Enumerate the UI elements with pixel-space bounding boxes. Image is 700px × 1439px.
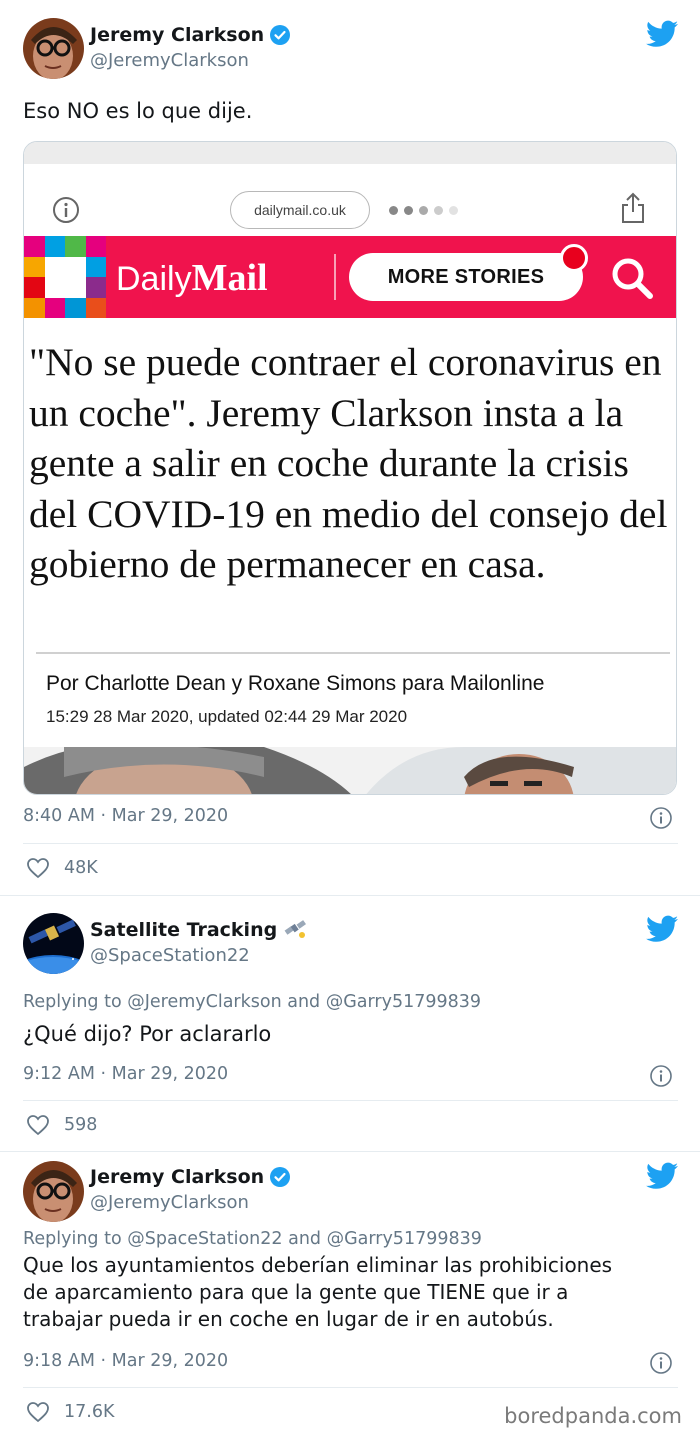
- replying-to[interactable]: Replying to @SpaceStation22 and @Garry51…: [23, 1229, 482, 1249]
- author-name[interactable]: Jeremy Clarkson: [90, 1166, 264, 1188]
- tweet-timestamp[interactable]: 9:12 AM · Mar 29, 2020: [23, 1064, 228, 1084]
- more-stories-button[interactable]: MORE STORIES: [349, 253, 583, 301]
- replying-to[interactable]: Replying to @JeremyClarkson and @Garry51…: [23, 992, 481, 1012]
- like-row[interactable]: 598: [26, 1114, 97, 1136]
- info-icon[interactable]: [52, 196, 80, 224]
- page-dots: [389, 206, 458, 215]
- author-line: Jeremy Clarkson: [90, 24, 291, 46]
- heart-icon[interactable]: [26, 1114, 50, 1136]
- like-count: 48K: [64, 858, 98, 878]
- phone-status-strip: [24, 142, 676, 164]
- article-headline[interactable]: "No se puede contraer el coronavirus en …: [29, 337, 674, 590]
- avatar[interactable]: [23, 913, 84, 974]
- share-icon[interactable]: [620, 192, 646, 224]
- info-icon[interactable]: [650, 807, 672, 829]
- tweet-text: Eso NO es lo que dije.: [23, 99, 253, 123]
- divider: [23, 1100, 678, 1101]
- twitter-bird-icon[interactable]: [646, 1162, 678, 1190]
- heart-icon[interactable]: [26, 1401, 50, 1423]
- heart-icon[interactable]: [26, 857, 50, 879]
- article-byline: Por Charlotte Dean y Roxane Simons para …: [46, 672, 545, 695]
- twitter-bird-icon[interactable]: [646, 915, 678, 943]
- author-handle[interactable]: @JeremyClarkson: [90, 50, 249, 71]
- info-icon[interactable]: [650, 1352, 672, 1374]
- tweet-text: ¿Qué dijo? Por aclararlo: [23, 1022, 272, 1046]
- search-icon[interactable]: [610, 256, 654, 300]
- info-icon[interactable]: [650, 1065, 672, 1087]
- browser-bar: dailymail.co.uk: [24, 164, 676, 236]
- satellite-emoji-icon: [284, 920, 307, 938]
- tweet-jeremy-clarkson-2: Jeremy Clarkson @JeremyClarkson Replying…: [0, 1151, 700, 1439]
- daily-mail-mosaic-logo: [24, 236, 106, 318]
- byline-divider: [36, 652, 670, 654]
- author-name[interactable]: Satellite Tracking: [90, 919, 277, 941]
- author-handle[interactable]: @SpaceStation22: [90, 945, 250, 966]
- tweet-timestamp[interactable]: 9:18 AM · Mar 29, 2020: [23, 1351, 228, 1371]
- divider: [23, 843, 678, 844]
- author-line: Jeremy Clarkson: [90, 1166, 291, 1188]
- notification-dot: [560, 244, 588, 272]
- twitter-bird-icon[interactable]: [646, 20, 678, 48]
- tweet-text: Que los ayuntamientos deberían eliminar …: [23, 1252, 612, 1333]
- tweet-jeremy-clarkson-1: Jeremy Clarkson @JeremyClarkson Eso NO e…: [0, 0, 700, 895]
- like-count: 598: [64, 1115, 98, 1135]
- tweet-text-line: Que los ayuntamientos deberían eliminar …: [23, 1253, 613, 1277]
- embedded-article-screenshot[interactable]: dailymail.co.uk DailyMail MORE STORIES "…: [23, 141, 677, 795]
- avatar[interactable]: [23, 18, 84, 79]
- author-handle[interactable]: @JeremyClarkson: [90, 1192, 249, 1213]
- tweet-text-line: de aparcamiento para que la gente que TI…: [23, 1280, 569, 1304]
- watermark: boredpanda.com: [504, 1404, 682, 1428]
- author-line: Satellite Tracking: [90, 919, 309, 941]
- author-name[interactable]: Jeremy Clarkson: [90, 24, 264, 46]
- avatar[interactable]: [23, 1161, 84, 1222]
- like-count: 17.6K: [64, 1402, 115, 1422]
- divider: [23, 1387, 678, 1388]
- article-photo: [24, 747, 676, 794]
- daily-mail-header: DailyMail MORE STORIES: [24, 236, 676, 318]
- like-row[interactable]: 17.6K: [26, 1401, 114, 1423]
- verified-badge-icon: [270, 25, 291, 45]
- tweet-timestamp[interactable]: 8:40 AM · Mar 29, 2020: [23, 806, 228, 826]
- tweet-text-line: trabajar pueda ir en coche en lugar de i…: [23, 1307, 554, 1331]
- daily-mail-wordmark[interactable]: DailyMail: [116, 256, 268, 300]
- like-row[interactable]: 48K: [26, 857, 98, 879]
- header-divider: [334, 254, 336, 300]
- url-bar[interactable]: dailymail.co.uk: [230, 191, 370, 229]
- verified-badge-icon: [270, 1167, 291, 1187]
- tweet-satellite-tracking: Satellite Tracking @SpaceStation22 Reply…: [0, 895, 700, 1151]
- article-dateline: 15:29 28 Mar 2020, updated 02:44 29 Mar …: [46, 707, 408, 726]
